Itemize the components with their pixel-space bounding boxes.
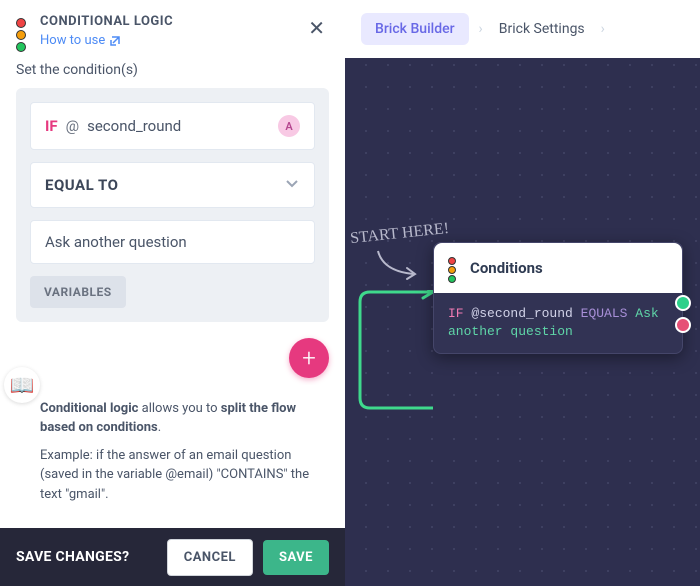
panel-subtitle: Set the condition(s): [0, 62, 345, 88]
add-condition-button[interactable]: +: [289, 338, 329, 378]
chevron-down-icon: [284, 175, 300, 195]
output-port-true[interactable]: [675, 295, 691, 311]
if-keyword: IF: [45, 117, 58, 135]
node-header: Conditions: [434, 243, 682, 293]
operator-label: EQUAL TO: [45, 176, 118, 194]
breadcrumb-sep: ›: [479, 21, 483, 37]
flow-edge: [355, 290, 435, 410]
variable-name: second_round: [87, 117, 270, 135]
cancel-button[interactable]: CANCEL: [167, 539, 253, 576]
code-if: IF: [448, 306, 464, 321]
breadcrumb-sep: ›: [601, 21, 605, 37]
panel-title: CONDITIONAL LOGIC: [40, 14, 292, 29]
code-operator: EQUALS: [581, 306, 628, 321]
operator-select[interactable]: EQUAL TO: [30, 162, 315, 208]
top-nav: Brick Builder › Brick Settings ›: [345, 0, 700, 58]
at-symbol: @: [66, 117, 79, 135]
tab-brick-settings[interactable]: Brick Settings: [493, 13, 591, 45]
traffic-light-icon: [448, 257, 460, 283]
help-text-2: Example: if the answer of an email quest…: [40, 446, 329, 505]
save-changes-label: SAVE CHANGES?: [16, 549, 157, 565]
start-arrow-icon: [373, 246, 423, 286]
code-value-cont: another question: [448, 324, 573, 339]
tab-brick-builder[interactable]: Brick Builder: [361, 13, 469, 45]
config-panel: CONDITIONAL LOGIC How to use ✕ Set the c…: [0, 0, 345, 528]
variables-button[interactable]: VARIABLES: [30, 276, 126, 308]
panel-header: CONDITIONAL LOGIC How to use ✕: [0, 0, 345, 62]
condition-variable-row[interactable]: IF @ second_round A: [30, 102, 315, 150]
value-input-row: [30, 220, 315, 264]
save-button[interactable]: SAVE: [263, 540, 329, 575]
help-card: 📖 Conditional logic allows you to split …: [0, 385, 345, 529]
close-icon[interactable]: ✕: [304, 14, 329, 42]
save-changes-bar: SAVE CHANGES? CANCEL SAVE: [0, 528, 345, 586]
node-title: Conditions: [470, 259, 543, 277]
node-body: IF @second_round EQUALS Ask another ques…: [434, 293, 682, 353]
traffic-light-icon: [16, 18, 28, 52]
value-input[interactable]: [45, 233, 300, 251]
how-to-use-link[interactable]: How to use: [40, 33, 121, 48]
code-variable: @second_round: [471, 306, 572, 321]
conditions-node[interactable]: Conditions IF @second_round EQUALS Ask a…: [433, 242, 683, 354]
variable-badge: A: [278, 115, 300, 137]
help-text-1: Conditional logic allows you to split th…: [40, 399, 329, 438]
external-link-icon: [109, 35, 121, 47]
condition-block: IF @ second_round A EQUAL TO VARIABLES: [16, 88, 329, 322]
output-port-false[interactable]: [675, 317, 691, 333]
canvas[interactable]: START HERE! Conditions IF @second_round …: [345, 0, 700, 586]
code-value: Ask: [635, 306, 658, 321]
book-icon: 📖: [4, 367, 40, 403]
